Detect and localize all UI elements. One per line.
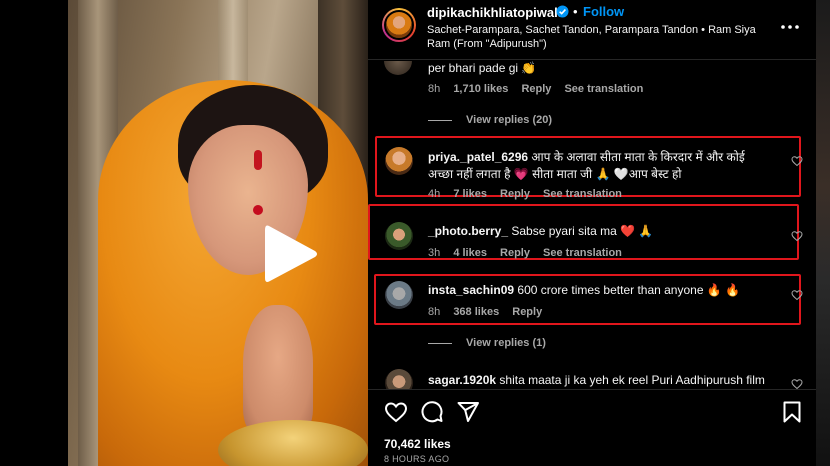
comment-age: 3h xyxy=(428,247,441,259)
avatar[interactable] xyxy=(382,8,416,42)
verified-badge-icon xyxy=(556,5,569,18)
comment-text: priya._patel_6296 आप के अलावा सीता माता … xyxy=(428,149,773,183)
post-actions: 70,462 likes 8 HOURS AGO xyxy=(368,389,816,466)
comment-body: Sabse pyari sita ma ❤️ 🙏 xyxy=(511,224,654,238)
comment-username[interactable]: insta_sachin09 xyxy=(428,283,514,297)
commenter-avatar[interactable] xyxy=(385,281,413,309)
separator-dot: • xyxy=(573,4,578,19)
comment-age: 8h xyxy=(428,83,441,95)
reel-video[interactable] xyxy=(68,0,368,466)
see-translation-button[interactable]: See translation xyxy=(564,83,643,95)
view-replies-button[interactable]: View replies (1) xyxy=(428,337,546,349)
comment-age: 4h xyxy=(428,188,441,200)
comment-likes[interactable]: 7 likes xyxy=(453,188,487,200)
reply-button[interactable]: Reply xyxy=(500,188,530,200)
replies-divider xyxy=(428,342,452,344)
comment-likes[interactable]: 1,710 likes xyxy=(453,83,508,95)
folded-hands xyxy=(243,305,313,435)
sindoor xyxy=(254,150,262,170)
audio-track[interactable]: Sachet-Parampara, Sachet Tandon, Parampa… xyxy=(427,23,767,51)
share-icon[interactable] xyxy=(456,400,480,424)
comment-username[interactable]: _photo.berry_ xyxy=(428,224,508,238)
post-username[interactable]: dipikachikhliatopiwala xyxy=(427,5,565,20)
comment-text: insta_sachin09 600 crore times better th… xyxy=(428,282,773,299)
comment-like-icon[interactable] xyxy=(791,230,803,242)
comment-like-icon[interactable] xyxy=(791,289,803,301)
comment-likes[interactable]: 368 likes xyxy=(453,306,499,318)
commenter-avatar[interactable] xyxy=(385,147,413,175)
bindi xyxy=(253,205,263,215)
comment-meta: 3h 4 likes Reply See translation xyxy=(428,247,632,259)
comment-username[interactable]: sagar.1920k xyxy=(428,373,496,387)
reply-button[interactable]: Reply xyxy=(500,247,530,259)
reply-button[interactable]: Reply xyxy=(512,306,542,318)
bookmark-icon[interactable] xyxy=(780,400,804,424)
commenter-avatar[interactable] xyxy=(385,222,413,250)
comment-likes[interactable]: 4 likes xyxy=(453,247,487,259)
see-translation-button[interactable]: See translation xyxy=(543,188,622,200)
commenter-avatar[interactable] xyxy=(385,369,413,389)
view-replies-label: View replies (1) xyxy=(466,337,546,349)
replies-divider xyxy=(428,119,452,121)
play-icon[interactable] xyxy=(261,222,321,286)
comments-list[interactable]: per bhari pade gi 👏 8h 1,710 likes Reply… xyxy=(368,61,816,389)
comment-meta: 8h 1,710 likes Reply See translation xyxy=(428,83,653,95)
comment-username[interactable]: priya._patel_6296 xyxy=(428,150,528,164)
more-options-icon[interactable] xyxy=(780,17,800,37)
view-replies-label: View replies (20) xyxy=(466,114,553,126)
likes-count[interactable]: 70,462 likes xyxy=(384,437,451,451)
comment-meta: 4h 7 likes Reply See translation xyxy=(428,188,632,200)
follow-button[interactable]: Follow xyxy=(583,4,624,19)
view-replies-button[interactable]: View replies (20) xyxy=(428,114,552,126)
right-backdrop xyxy=(816,0,830,466)
post-time: 8 HOURS AGO xyxy=(384,454,450,464)
see-translation-button[interactable]: See translation xyxy=(543,247,622,259)
comment-meta: 8h 368 likes Reply xyxy=(428,306,552,318)
comment-text: _photo.berry_ Sabse pyari sita ma ❤️ 🙏 xyxy=(428,223,773,240)
comment-body: 600 crore times better than anyone 🔥 🔥 xyxy=(517,283,741,297)
comment-text: sagar.1920k shita maata ji ka yeh ek ree… xyxy=(428,372,788,389)
post-panel: dipikachikhliatopiwala • Follow Sachet-P… xyxy=(368,0,816,466)
post-header: dipikachikhliatopiwala • Follow Sachet-P… xyxy=(368,0,816,60)
reply-button[interactable]: Reply xyxy=(521,83,551,95)
comment-like-icon[interactable] xyxy=(791,378,803,389)
comment-age: 8h xyxy=(428,306,441,318)
left-backdrop xyxy=(0,0,68,466)
comment-body: shita maata ji ka yeh ek reel Puri Aadhi… xyxy=(499,373,765,387)
heart-icon[interactable] xyxy=(384,400,408,424)
comment-like-icon[interactable] xyxy=(791,155,803,167)
commenter-avatar[interactable] xyxy=(384,61,412,75)
comment-text: per bhari pade gi 👏 xyxy=(428,61,537,75)
comment-icon[interactable] xyxy=(420,400,444,424)
